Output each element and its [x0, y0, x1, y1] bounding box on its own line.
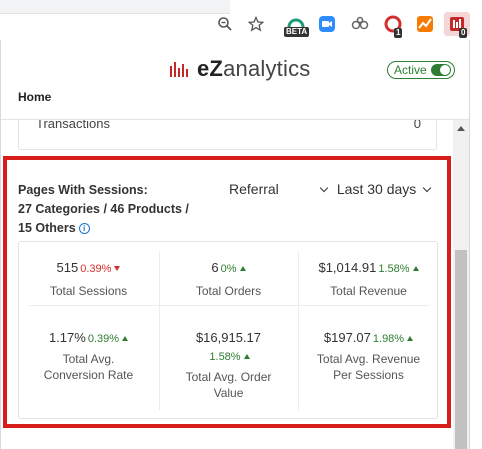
extension-popup: eZanalytics Active Home Transactions 0 P…	[0, 40, 470, 449]
trend-extension-icon[interactable]	[412, 12, 438, 36]
metric-avg-revenue-per-session: $197.07 1.98% Total Avg. Revenue Per Sessi…	[316, 330, 421, 382]
transactions-label: Transactions	[36, 120, 110, 131]
metric-avg-order-value: $16,915.17 1.58% Total Avg. Order Value	[185, 330, 272, 400]
extension-window: BETA 1 0 eZanalytics Active Home Transac…	[0, 0, 482, 449]
metric-avg-conversion-rate: 1.17% 0.39% Total Avg. Conversion Rate	[43, 330, 134, 382]
pages-with-sessions-title: Pages With Sessions: 27 Categories / 46 …	[18, 183, 189, 235]
beta-badge: BETA	[284, 27, 310, 37]
puzzle-extension-icon[interactable]	[347, 12, 373, 36]
scroll-up-arrow-icon[interactable]	[457, 126, 465, 131]
address-bar-edge	[0, 0, 230, 14]
transactions-value: 0	[413, 120, 421, 131]
popup-header: eZanalytics Active Home	[1, 40, 469, 120]
info-icon[interactable]: i	[78, 223, 90, 235]
popup-content: Transactions 0 Pages With Sessions: 27 C…	[1, 120, 453, 449]
transactions-card: Transactions 0	[18, 120, 437, 150]
active-label: Active	[394, 63, 427, 77]
beta-extension-icon[interactable]: BETA	[283, 12, 310, 37]
trend-up-icon	[243, 354, 250, 359]
metrics-grid: 515 0.39% Total Sessions 6 0% Total Orders…	[18, 241, 438, 419]
logo-text: eZanalytics	[197, 56, 311, 81]
zoom-meeting-icon[interactable]	[314, 12, 340, 36]
metric-total-sessions: 515 0.39% Total Sessions	[49, 260, 128, 298]
count-badge-1: 1	[394, 28, 403, 38]
scrollbar-thumb[interactable]	[455, 250, 467, 449]
bookmark-star-icon[interactable]	[243, 12, 269, 36]
chevron-down-icon	[422, 183, 432, 193]
breadcrumb-home[interactable]: Home	[18, 90, 51, 104]
toggle-switch[interactable]	[431, 64, 451, 76]
ezanalytics-logo: eZanalytics	[169, 54, 310, 84]
trend-up-icon	[122, 336, 129, 341]
ezanalytics-extension-icon[interactable]: 0	[444, 12, 470, 38]
trend-up-icon	[407, 336, 414, 341]
count-badge-2: 0	[459, 28, 468, 38]
trend-up-icon	[239, 266, 246, 271]
metric-total-revenue: $1,014.91 1.58% Total Revenue	[299, 260, 438, 299]
opera-extension-icon[interactable]: 1	[380, 12, 406, 38]
trend-up-icon	[412, 266, 419, 271]
logo-bars-icon	[170, 62, 188, 77]
active-toggle[interactable]: Active	[387, 61, 455, 79]
divider	[29, 305, 429, 306]
chevron-down-icon	[319, 183, 329, 193]
metric-total-orders: 6 0% Total Orders	[195, 260, 262, 298]
zoom-icon[interactable]	[212, 12, 238, 36]
scrollbar[interactable]	[453, 120, 469, 449]
browser-toolbar: BETA 1 0	[0, 0, 482, 40]
date-range-dropdown[interactable]: Last 30 days	[319, 181, 432, 197]
source-dropdown[interactable]: Referral	[229, 181, 279, 197]
trend-down-icon	[114, 266, 121, 271]
